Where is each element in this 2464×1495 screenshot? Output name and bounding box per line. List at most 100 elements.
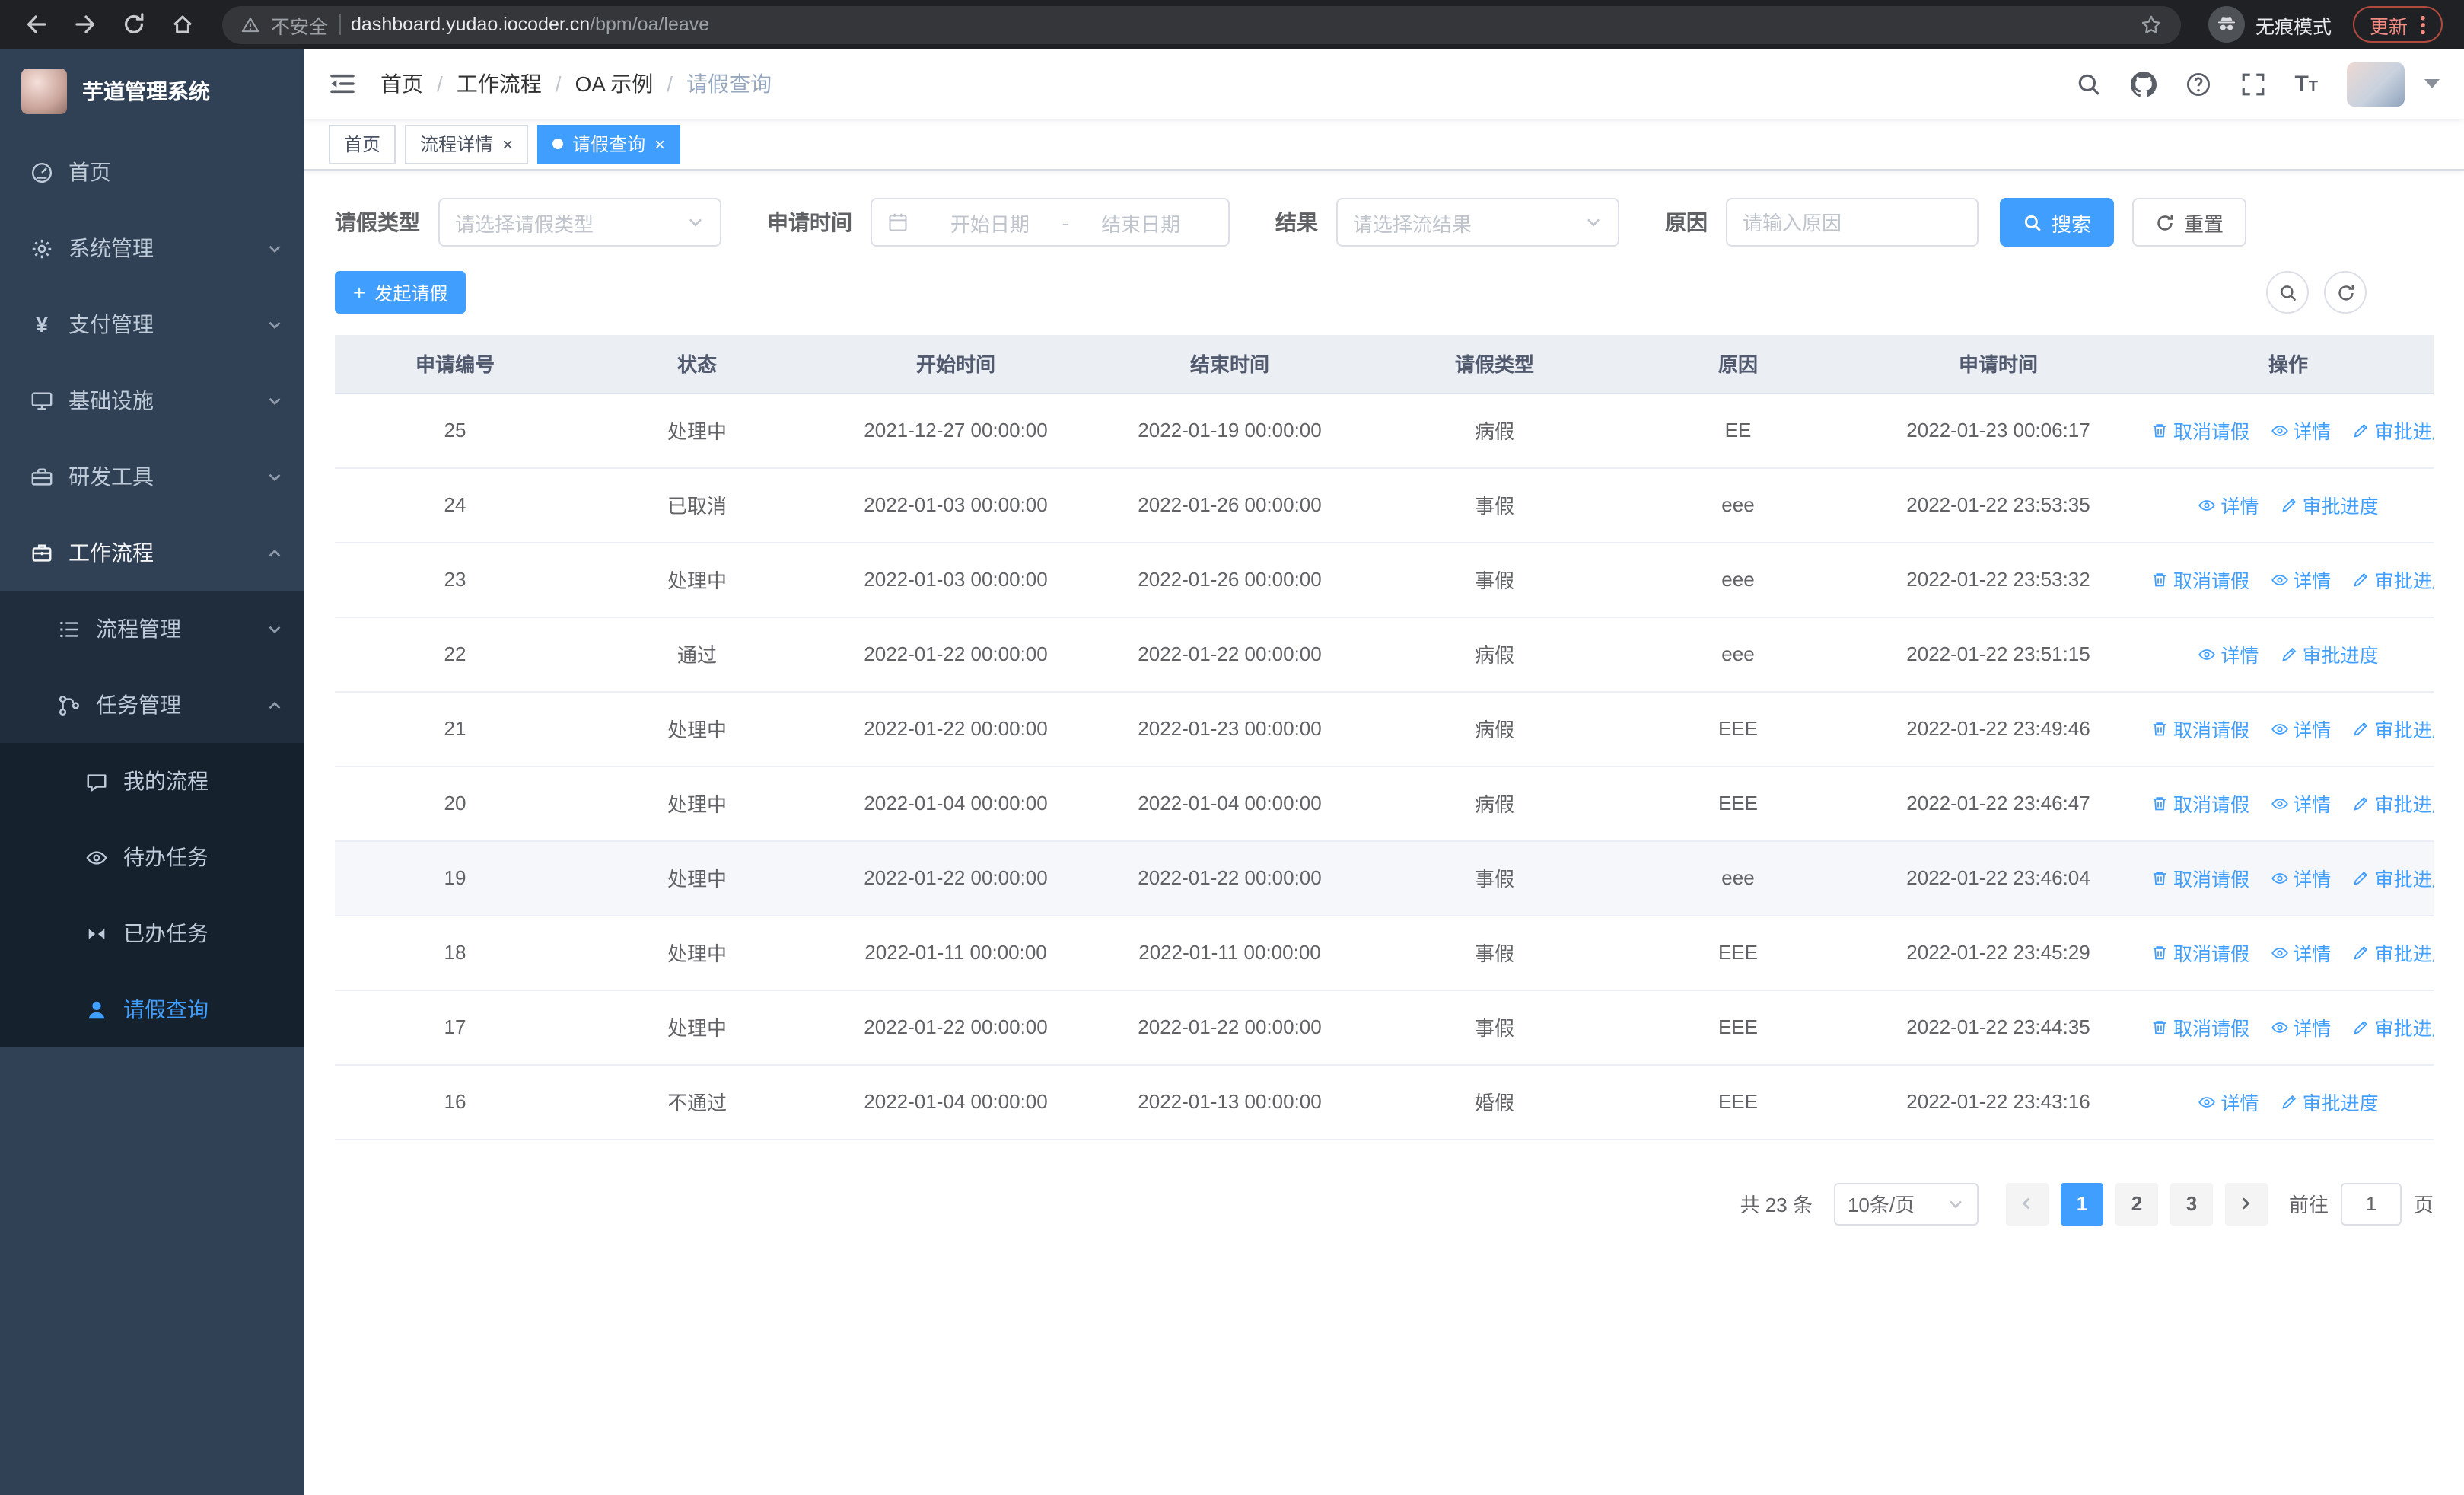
chevron-right-icon <box>2243 1197 2251 1210</box>
security-label[interactable]: 不安全 <box>271 10 328 39</box>
approval-progress-link[interactable]: 审批进度 <box>2352 714 2434 743</box>
forward-icon[interactable] <box>65 5 105 44</box>
delete-icon <box>2153 945 2166 959</box>
address-bar[interactable]: 不安全 dashboard.yudao.iocoder.cn/bpm/oa/le… <box>222 5 2181 43</box>
close-icon[interactable]: × <box>654 135 665 153</box>
tags-view-bar: 首页 流程详情 × 请假查询 × <box>304 119 2464 171</box>
breadcrumb-oa-example[interactable]: OA 示例 <box>575 69 654 99</box>
detail-link[interactable]: 详情 <box>2198 639 2259 668</box>
eye-icon <box>2271 1022 2288 1032</box>
eye-icon <box>2198 649 2216 659</box>
approval-progress-link[interactable]: 审批进度 <box>2352 416 2434 445</box>
approval-progress-link[interactable]: 审批进度 <box>2280 1087 2379 1116</box>
cancel-leave-link[interactable]: 取消请假 <box>2150 863 2249 892</box>
detail-link[interactable]: 详情 <box>2270 863 2331 892</box>
page-button-1[interactable]: 1 <box>2060 1182 2103 1225</box>
chevron-down-icon <box>1584 213 1603 231</box>
search-icon[interactable] <box>2075 71 2101 97</box>
detail-link[interactable]: 详情 <box>2270 789 2331 818</box>
font-size-icon[interactable]: TT <box>2294 71 2318 97</box>
goto-page-input[interactable] <box>2340 1182 2402 1225</box>
cell-actions: 取消请假 详情 审批进度 <box>2143 990 2434 1065</box>
create-leave-button[interactable]: + 发起请假 <box>335 271 466 314</box>
user-avatar[interactable] <box>2347 62 2405 106</box>
back-icon[interactable] <box>17 5 56 44</box>
reset-button[interactable]: 重置 <box>2132 198 2247 247</box>
avatar-caret-icon[interactable] <box>2424 79 2440 88</box>
help-icon[interactable] <box>2185 71 2211 97</box>
refresh-table-button[interactable] <box>2324 271 2367 314</box>
edit-icon <box>2281 1094 2296 1108</box>
toolbox-icon <box>31 467 53 485</box>
next-page-button[interactable] <box>2224 1182 2268 1225</box>
sidebar-item-dev-tools[interactable]: 研发工具 <box>0 438 304 515</box>
cancel-leave-link[interactable]: 取消请假 <box>2150 416 2249 445</box>
cancel-leave-link[interactable]: 取消请假 <box>2150 938 2249 967</box>
github-icon[interactable] <box>2130 71 2157 97</box>
detail-link[interactable]: 详情 <box>2270 938 2331 967</box>
detail-link[interactable]: 详情 <box>2198 1087 2259 1116</box>
pagination: 共 23 条 10条/页 1 2 3 前往 1 页 <box>335 1182 2434 1225</box>
breadcrumb-workflow[interactable]: 工作流程 <box>457 69 542 99</box>
detail-link[interactable]: 详情 <box>2270 416 2331 445</box>
toggle-search-button[interactable] <box>2266 271 2309 314</box>
sidebar-item-my-processes[interactable]: 我的流程 <box>0 743 304 819</box>
fullscreen-icon[interactable] <box>2240 71 2265 97</box>
approval-progress-link[interactable]: 审批进度 <box>2352 789 2434 818</box>
table-row: 21 处理中 2022-01-22 00:00:00 2022-01-23 00… <box>335 691 2434 767</box>
cancel-leave-link[interactable]: 取消请假 <box>2150 1012 2249 1041</box>
col-start-time: 开始时间 <box>819 335 1093 394</box>
sidebar-item-leave-query[interactable]: 请假查询 <box>0 971 304 1047</box>
page-button-3[interactable]: 3 <box>2170 1182 2213 1225</box>
sidebar-item-todo-tasks[interactable]: 待办任务 <box>0 819 304 895</box>
detail-link[interactable]: 详情 <box>2270 714 2331 743</box>
sidebar-collapse-icon[interactable] <box>329 70 356 97</box>
detail-link[interactable]: 详情 <box>2270 1012 2331 1041</box>
url-text[interactable]: dashboard.yudao.iocoder.cn/bpm/oa/leave <box>351 14 2129 35</box>
browser-update-button[interactable]: 更新 <box>2352 6 2443 43</box>
sidebar-item-process-management[interactable]: 流程管理 <box>0 591 304 667</box>
cancel-leave-link[interactable]: 取消请假 <box>2150 789 2249 818</box>
table-toolbar: + 发起请假 <box>335 271 2434 314</box>
bookmark-star-icon[interactable] <box>2140 13 2163 36</box>
tab-process-detail[interactable]: 流程详情 × <box>405 124 529 164</box>
prev-page-button[interactable] <box>2005 1182 2049 1225</box>
reload-icon[interactable] <box>114 5 154 44</box>
chevron-down-icon <box>266 468 283 485</box>
page-button-2[interactable]: 2 <box>2115 1182 2158 1225</box>
tab-leave-query[interactable]: 请假查询 × <box>537 124 681 164</box>
sidebar-item-workflow[interactable]: 工作流程 <box>0 515 304 591</box>
sidebar-item-system[interactable]: 系统管理 <box>0 210 304 286</box>
close-icon[interactable]: × <box>502 135 513 153</box>
incognito-badge: 无痕模式 <box>2208 6 2332 43</box>
end-date-placeholder[interactable]: 结束日期 <box>1068 208 1213 237</box>
tab-home[interactable]: 首页 <box>329 124 396 164</box>
detail-link[interactable]: 详情 <box>2198 490 2259 519</box>
sidebar-item-task-management[interactable]: 任务管理 <box>0 667 304 743</box>
approval-progress-link[interactable]: 审批进度 <box>2352 1012 2434 1041</box>
reason-input[interactable] <box>1743 211 1962 234</box>
kebab-menu-icon[interactable] <box>2420 13 2426 36</box>
approval-progress-link[interactable]: 审批进度 <box>2352 565 2434 594</box>
app-logo-row[interactable]: 芋道管理系统 <box>0 49 304 134</box>
cancel-leave-link[interactable]: 取消请假 <box>2150 714 2249 743</box>
start-date-placeholder[interactable]: 开始日期 <box>918 208 1062 237</box>
breadcrumb-home[interactable]: 首页 <box>380 69 423 99</box>
sidebar-item-payment[interactable]: ¥ 支付管理 <box>0 286 304 362</box>
search-button[interactable]: 搜索 <box>2000 198 2115 247</box>
apply-time-range-picker[interactable]: 开始日期 - 结束日期 <box>871 198 1230 247</box>
cancel-leave-link[interactable]: 取消请假 <box>2150 565 2249 594</box>
sidebar-item-done-tasks[interactable]: 已办任务 <box>0 895 304 971</box>
approval-progress-link[interactable]: 审批进度 <box>2352 938 2434 967</box>
approval-progress-link[interactable]: 审批进度 <box>2280 490 2379 519</box>
delete-icon <box>2153 423 2166 437</box>
sidebar-item-infrastructure[interactable]: 基础设施 <box>0 362 304 438</box>
result-select[interactable]: 请选择流结果 <box>1336 198 1619 247</box>
detail-link[interactable]: 详情 <box>2270 565 2331 594</box>
leave-type-select[interactable]: 请选择请假类型 <box>438 198 721 247</box>
home-icon[interactable] <box>163 5 202 44</box>
sidebar-item-home[interactable]: 首页 <box>0 134 304 210</box>
page-size-select[interactable]: 10条/页 <box>1833 1182 1979 1225</box>
approval-progress-link[interactable]: 审批进度 <box>2280 639 2379 668</box>
approval-progress-link[interactable]: 审批进度 <box>2352 863 2434 892</box>
